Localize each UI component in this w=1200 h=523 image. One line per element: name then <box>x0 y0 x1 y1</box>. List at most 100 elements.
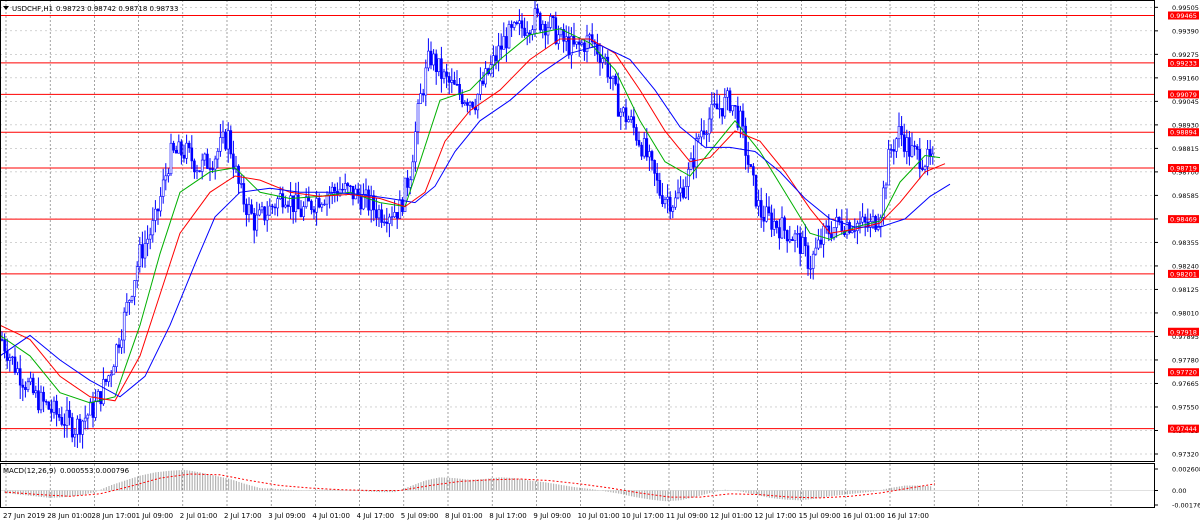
candle-body <box>713 103 716 105</box>
candle-body <box>549 16 552 28</box>
time-tick-label: 28 Jun 17:00 <box>91 512 135 520</box>
candle-body <box>445 71 448 77</box>
candle-body <box>476 94 480 111</box>
candle-body <box>645 138 649 158</box>
candle-body <box>349 185 352 187</box>
candle-body <box>837 216 841 222</box>
candle-body <box>91 401 95 418</box>
time-tick-label: 28 Jun 01:00 <box>47 512 91 520</box>
candle-body <box>216 151 220 160</box>
candle-body <box>120 339 123 348</box>
candle-body <box>536 8 539 14</box>
candle-body <box>694 138 698 168</box>
candle-body <box>211 168 214 170</box>
candle-body <box>728 90 732 112</box>
candle-body <box>650 151 654 161</box>
candle-body <box>156 208 160 212</box>
candle-body <box>577 41 581 45</box>
candle-body <box>434 53 438 72</box>
candle-body <box>668 196 672 212</box>
candle-body <box>411 161 415 181</box>
candle-body <box>746 155 750 165</box>
candle-body <box>115 344 118 367</box>
candle-body <box>195 170 199 173</box>
candle-body <box>268 205 272 216</box>
symbol-label: USDCHF,H1 <box>12 5 53 13</box>
time-tick-label: 15 Jul 09:00 <box>799 512 841 520</box>
candle-body <box>169 142 173 175</box>
candle-body <box>112 366 116 375</box>
candle-body <box>198 170 201 172</box>
candle-body <box>382 221 386 224</box>
level-tag-label: 0.97720 <box>1170 369 1197 377</box>
candle-body <box>255 214 259 231</box>
candle-body <box>830 233 833 239</box>
candle-body <box>913 145 916 147</box>
candle-body <box>811 253 815 269</box>
candle-body <box>83 417 87 422</box>
candle-body <box>622 107 625 113</box>
candle-body <box>533 8 537 30</box>
candle-body <box>601 58 604 63</box>
candle-body <box>624 107 628 123</box>
candle-body <box>902 134 906 152</box>
candle-body <box>380 209 383 223</box>
candle-body <box>276 198 279 209</box>
candle-body <box>55 400 58 415</box>
candle-body <box>780 217 784 239</box>
candle-body <box>697 136 701 139</box>
candle-body <box>18 368 22 386</box>
level-tag-label: 0.98469 <box>1170 216 1197 224</box>
candle-body <box>858 221 862 224</box>
price-tick-label: 0.97780 <box>1172 356 1199 364</box>
macd-values: 0.000553 0.000796 <box>60 467 130 475</box>
candle-body <box>408 179 412 188</box>
candle-body <box>271 205 274 208</box>
candle-body <box>767 206 771 214</box>
candle-body <box>63 424 66 426</box>
candle-body <box>616 83 620 117</box>
candle-body <box>663 199 667 205</box>
candle-body <box>466 102 469 106</box>
candle-body <box>749 164 753 167</box>
candle-body <box>247 204 251 215</box>
candle-body <box>658 179 662 196</box>
candle-body <box>871 216 875 222</box>
candle-body <box>523 27 526 36</box>
price-tick-label: 0.98010 <box>1172 309 1199 317</box>
candle-body <box>598 53 602 63</box>
candle-body <box>174 149 178 154</box>
time-tick-label: 12 Jul 01:00 <box>710 512 752 520</box>
candle-body <box>518 20 521 24</box>
candle-body <box>167 173 170 177</box>
candle-body <box>317 198 321 208</box>
candle-body <box>627 119 630 123</box>
price-tick-label: 0.98125 <box>1172 286 1199 294</box>
candle-body <box>5 350 9 361</box>
candle-body <box>8 357 12 361</box>
candle-body <box>588 34 591 37</box>
candle-body <box>853 230 857 232</box>
candle-body <box>232 153 235 170</box>
candle-body <box>96 391 100 402</box>
candle-body <box>848 222 851 233</box>
time-tick-label: 4 Jul 01:00 <box>312 512 350 520</box>
candle-body <box>783 217 786 231</box>
candle-body <box>707 118 711 135</box>
candle-body <box>770 212 773 230</box>
candle-body <box>775 220 779 228</box>
candle-body <box>554 17 558 44</box>
candle-body <box>180 141 183 156</box>
candle-body <box>895 138 898 152</box>
candle-body <box>104 379 108 382</box>
time-tick-label: 27 Jun 2019 <box>3 512 45 520</box>
candle-body <box>37 390 40 411</box>
candle-body <box>39 391 43 411</box>
candle-body <box>208 168 212 170</box>
candle-body <box>427 50 430 69</box>
candle-body <box>289 195 292 207</box>
candle-body <box>107 375 110 382</box>
candle-body <box>419 93 422 104</box>
candle-body <box>653 160 656 174</box>
price-tick-label: 0.98355 <box>1172 239 1199 247</box>
